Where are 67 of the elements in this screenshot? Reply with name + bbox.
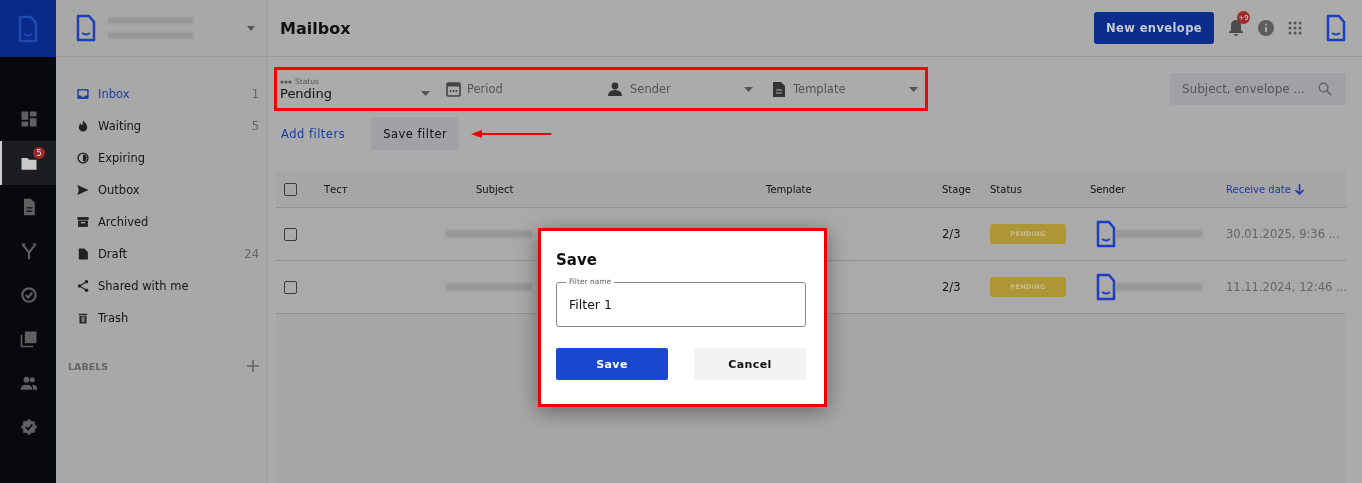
share-icon — [76, 279, 90, 293]
column-header[interactable]: Subject — [476, 183, 766, 195]
logo-icon — [76, 14, 96, 42]
arrow-down-icon — [1294, 183, 1304, 195]
dashboard-icon — [19, 109, 39, 129]
sync-check-icon — [19, 285, 39, 305]
logo-icon — [1326, 14, 1346, 42]
column-header[interactable]: Stage — [942, 183, 990, 195]
folder-item[interactable]: Expiring — [56, 142, 267, 174]
folder-item[interactable]: Draft 24 — [56, 238, 267, 270]
new-envelope-button[interactable]: New envelope — [1094, 12, 1214, 44]
section-heading: LABELS — [68, 360, 109, 372]
calendar-icon — [446, 81, 461, 97]
table-cell-text: 2/3 — [942, 227, 962, 241]
logo-icon — [18, 14, 38, 43]
item-count: 24 — [244, 247, 259, 261]
column-header[interactable]: Sender — [1090, 183, 1226, 195]
dots-icon — [280, 79, 292, 84]
save-filter-button[interactable]: Save filter — [371, 117, 460, 150]
caret-icon — [421, 91, 430, 96]
folder-item[interactable]: Waiting 5 — [56, 110, 267, 142]
item-count: 1 — [251, 87, 259, 101]
timer-icon — [76, 151, 90, 165]
checkbox[interactable] — [284, 227, 297, 241]
file-icon — [76, 247, 90, 261]
page-title: Mailbox — [280, 18, 352, 38]
send-icon — [76, 183, 90, 197]
column-header[interactable]: Receive date — [1226, 183, 1346, 195]
caret-icon[interactable] — [247, 25, 255, 31]
folder-item[interactable]: Trash — [56, 302, 267, 334]
column-header[interactable]: Status — [990, 183, 1090, 195]
person-icon — [608, 82, 622, 96]
cancel-button[interactable]: Cancel — [694, 348, 806, 380]
documents-icon — [19, 329, 39, 349]
info-icon[interactable] — [1258, 20, 1274, 36]
trash-icon — [76, 311, 90, 325]
rail-item[interactable]: 5 — [0, 141, 56, 185]
caret-icon — [744, 86, 753, 92]
table-cell-text: 2/3 — [942, 280, 962, 294]
verified-icon — [19, 417, 39, 437]
folder-item[interactable]: Outbox — [56, 174, 267, 206]
table-cell: 11.11.2024, 12:46 ... — [1226, 280, 1347, 294]
add-icon[interactable] — [247, 360, 259, 372]
flame-icon — [76, 119, 90, 133]
search-icon — [1318, 82, 1332, 96]
folder-item[interactable]: Inbox 1 — [56, 78, 267, 110]
folder-item[interactable]: Shared with me — [56, 270, 267, 302]
apps-grid-icon[interactable] — [1288, 21, 1302, 35]
bell-icon[interactable] — [1228, 19, 1244, 37]
archive-icon — [76, 215, 90, 229]
count-badge: 5 — [33, 147, 45, 159]
save-button[interactable]: Save — [556, 348, 668, 380]
checkbox[interactable] — [284, 280, 297, 294]
logo-icon — [1096, 273, 1116, 301]
checkbox[interactable] — [284, 182, 297, 196]
caret-icon — [909, 86, 918, 92]
column-header[interactable]: Template — [766, 183, 942, 195]
fork-icon — [19, 241, 39, 261]
table-cell-text: 30.01.2025, 9:36 ... — [1226, 227, 1341, 241]
inbox-icon — [76, 87, 90, 101]
folder-item[interactable]: Archived — [56, 206, 267, 238]
logo-icon — [1096, 220, 1116, 248]
document-icon — [773, 81, 785, 97]
item-count: 5 — [251, 119, 259, 133]
dialog-title: Save — [556, 251, 598, 269]
add-filters-link[interactable]: Add filters — [281, 126, 346, 141]
column-header[interactable]: Тест — [324, 183, 476, 195]
